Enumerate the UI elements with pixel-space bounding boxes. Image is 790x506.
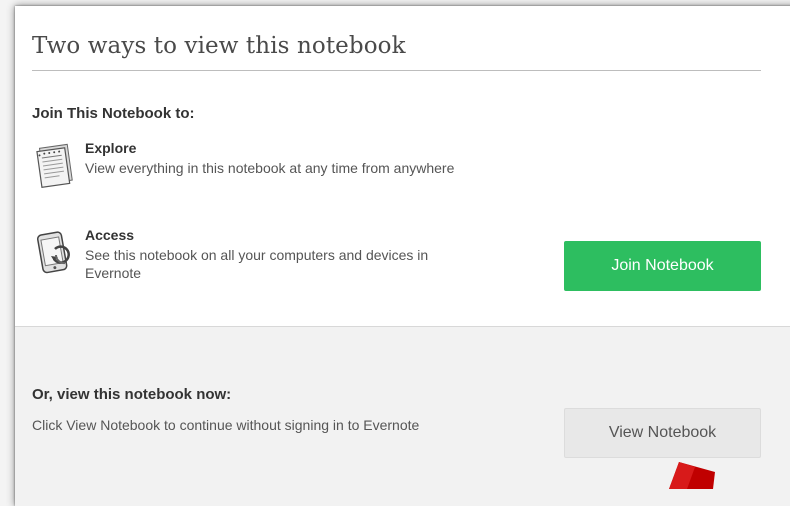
view-section-heading: Or, view this notebook now:	[32, 386, 232, 403]
view-notebook-button[interactable]: View Notebook	[564, 408, 761, 458]
device-sync-icon	[32, 227, 82, 277]
feature-explore-title: Explore	[85, 140, 137, 156]
dialog-title: Two ways to view this notebook	[32, 33, 406, 59]
feature-access-description: See this notebook on all your computers …	[85, 247, 429, 281]
join-notebook-button[interactable]: Join Notebook	[564, 241, 761, 291]
join-section-heading: Join This Notebook to:	[32, 105, 195, 122]
feature-access-title: Access	[85, 227, 135, 243]
title-divider	[32, 70, 761, 71]
feature-explore-description: View everything in this notebook at any …	[85, 160, 455, 176]
view-section-description: Click View Notebook to continue without …	[32, 417, 420, 433]
pointer-arrow-icon	[669, 462, 715, 489]
notebook-pages-icon	[32, 140, 82, 190]
